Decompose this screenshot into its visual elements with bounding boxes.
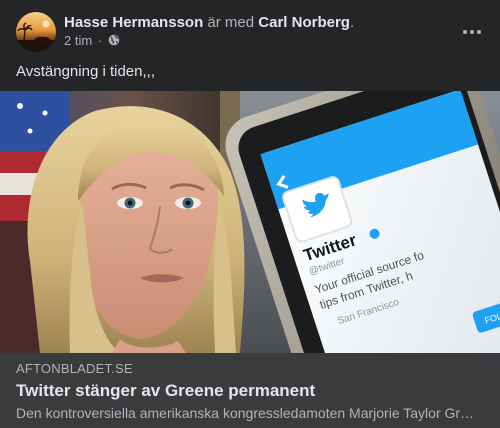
tagged-name[interactable]: Carl Norberg	[258, 14, 350, 31]
more-options-button[interactable]	[456, 16, 488, 48]
avatar[interactable]	[16, 12, 56, 52]
more-options-icon-dot	[470, 30, 474, 34]
meta-separator: ·	[97, 33, 103, 48]
author-name[interactable]: Hasse Hermansson	[64, 14, 203, 31]
post-text: Avstängning i tiden,,,	[16, 63, 155, 80]
post-meta: 2 tim ·	[64, 33, 120, 49]
more-options-icon-dot	[477, 30, 481, 34]
post-author-line: Hasse Hermansson är med Carl Norberg.	[64, 13, 354, 32]
article-photo: Twitter @twitter Your official source fo…	[0, 91, 500, 353]
link-preview-image[interactable]: Twitter @twitter Your official source fo…	[0, 91, 500, 353]
link-domain: AFTONBLADET.SE	[16, 361, 133, 376]
link-description: Den kontroversiella amerikanska kongress…	[16, 405, 476, 421]
avatar-image	[16, 20, 56, 52]
link-title[interactable]: Twitter stänger av Greene permanent	[16, 380, 315, 401]
link-preview-footer[interactable]: AFTONBLADET.SE Twitter stänger av Greene…	[0, 353, 500, 428]
post-timestamp[interactable]: 2 tim	[64, 33, 92, 48]
tagged-suffix: .	[349, 14, 355, 31]
post-header: Hasse Hermansson är med Carl Norberg. 2 …	[16, 12, 484, 52]
with-text: är med	[203, 14, 259, 31]
feed-post: Hasse Hermansson är med Carl Norberg. 2 …	[0, 0, 500, 428]
more-options-icon-dot	[463, 30, 467, 34]
globe-icon	[108, 34, 120, 46]
